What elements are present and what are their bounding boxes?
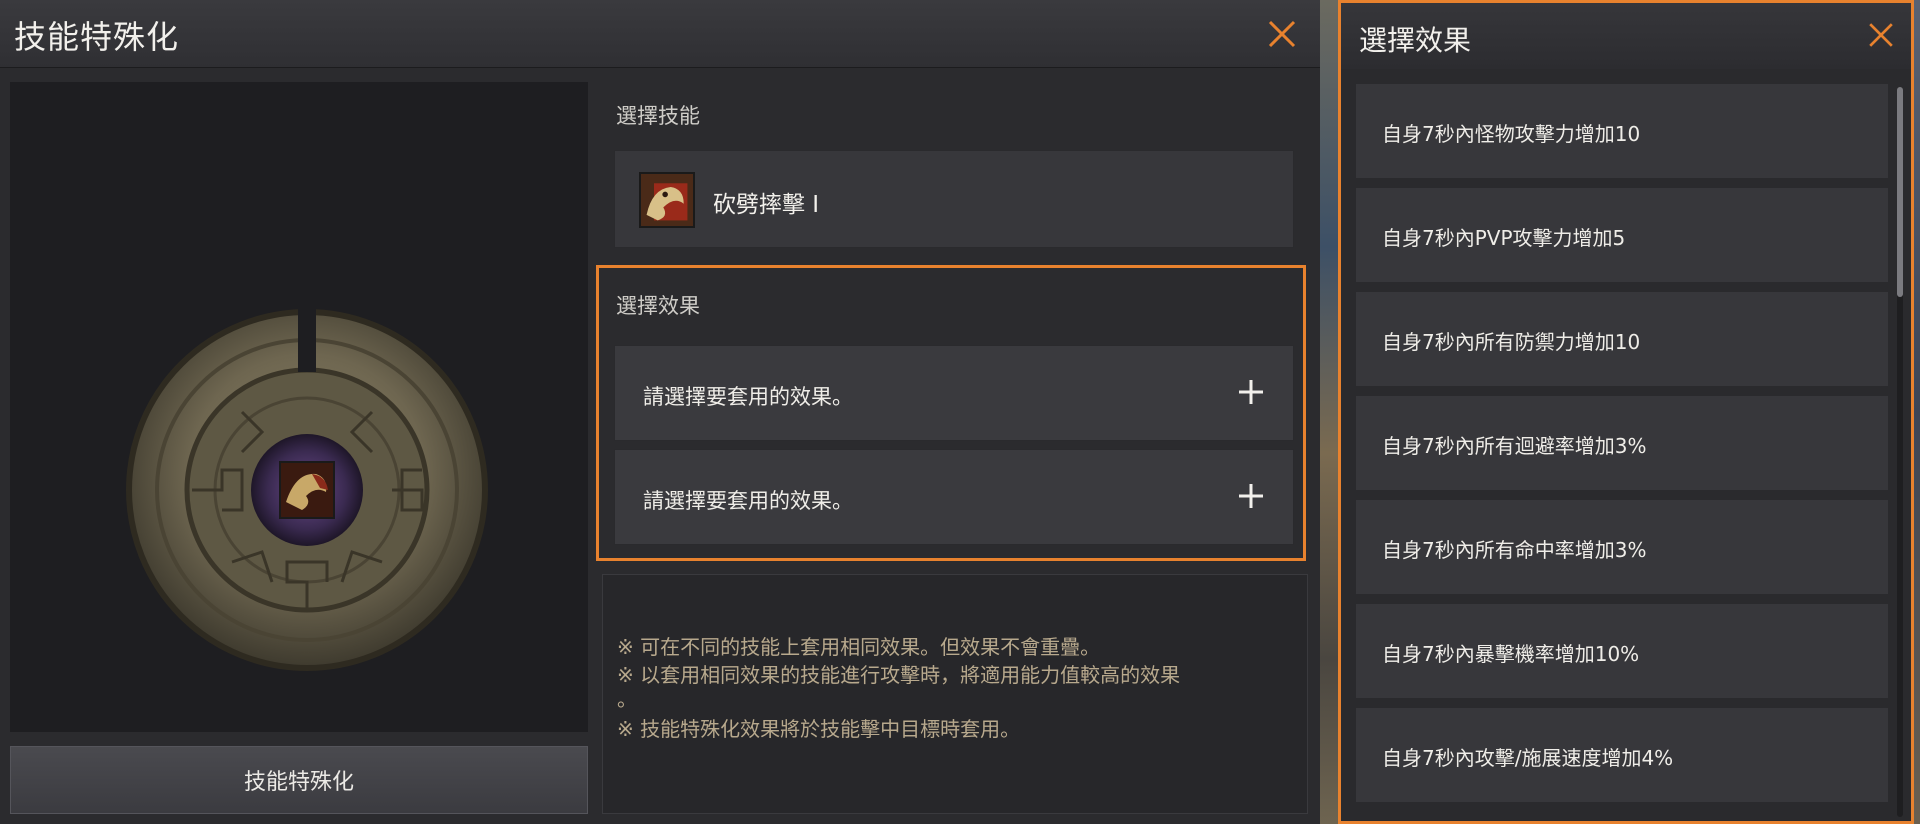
skill-name: 砍劈摔擊 I xyxy=(713,192,820,218)
select-effect-label: 選擇效果 xyxy=(616,294,700,318)
close-icon xyxy=(1869,23,1893,47)
close-button[interactable] xyxy=(1262,14,1302,54)
skill-specialization-window: 技能特殊化 技能特殊化 選擇技能 砍劈摔擊 I 選擇效果 請選擇要套用的效果。 … xyxy=(0,0,1320,824)
note-line: ※ 技能特殊化效果將於技能擊中目標時套用。 xyxy=(617,717,1021,741)
skill-emblem-image xyxy=(122,302,492,672)
effect-close-button[interactable] xyxy=(1863,17,1899,53)
effect-option[interactable]: 自身7秒內怪物攻擊力增加10 xyxy=(1355,83,1889,179)
scrollbar-thumb[interactable] xyxy=(1897,87,1903,297)
effect-option-label: 自身7秒內怪物攻擊力增加10 xyxy=(1382,122,1641,146)
plus-icon xyxy=(1239,484,1263,508)
effect-option-label: 自身7秒內所有迴避率增加3% xyxy=(1382,434,1647,458)
selected-skill-row[interactable]: 砍劈摔擊 I xyxy=(614,150,1294,248)
background-scenery xyxy=(1318,0,1338,824)
effect-option-label: 自身7秒內所有命中率增加3% xyxy=(1382,538,1647,562)
effect-selection-window: 選擇效果 自身7秒內怪物攻擊力增加10 自身7秒內PVP攻擊力增加5 自身7秒內… xyxy=(1338,0,1914,824)
effect-slot-1[interactable]: 請選擇要套用的效果。 xyxy=(614,345,1294,441)
effect-option[interactable]: 自身7秒內暴擊機率增加10% xyxy=(1355,603,1889,699)
close-icon xyxy=(1268,20,1296,48)
notes-box: ※ 可在不同的技能上套用相同效果。但效果不會重疊。 ※ 以套用相同效果的技能進行… xyxy=(602,574,1308,814)
window-header: 技能特殊化 xyxy=(0,0,1320,68)
specialize-button[interactable]: 技能特殊化 xyxy=(10,746,588,814)
effect-option[interactable]: 自身7秒內所有迴避率增加3% xyxy=(1355,395,1889,491)
effect-slot-text: 請選擇要套用的效果。 xyxy=(643,489,853,513)
skill-icon xyxy=(639,172,695,228)
effect-slot-2[interactable]: 請選擇要套用的效果。 xyxy=(614,449,1294,545)
effect-window-header: 選擇效果 xyxy=(1341,3,1911,69)
note-line: ※ 以套用相同效果的技能進行攻擊時，將適用能力值較高的效果 xyxy=(617,663,1181,687)
effect-slot-text: 請選擇要套用的效果。 xyxy=(643,385,853,409)
effect-option-label: 自身7秒內暴擊機率增加10% xyxy=(1382,642,1640,666)
window-title: 技能特殊化 xyxy=(14,18,180,56)
plus-icon xyxy=(1239,380,1263,404)
effect-window-title: 選擇效果 xyxy=(1359,24,1472,57)
note-line: ※ 可在不同的技能上套用相同效果。但效果不會重疊。 xyxy=(617,635,1101,659)
effect-option[interactable]: 自身7秒內所有命中率增加3% xyxy=(1355,499,1889,595)
effect-option-label: 自身7秒內所有防禦力增加10 xyxy=(1382,330,1641,354)
select-skill-label: 選擇技能 xyxy=(616,104,700,128)
effect-option[interactable]: 自身7秒內PVP攻擊力增加5 xyxy=(1355,187,1889,283)
note-line: 。 xyxy=(617,687,637,711)
scrollbar[interactable] xyxy=(1897,87,1903,817)
effect-option[interactable]: 自身7秒內所有防禦力增加10 xyxy=(1355,291,1889,387)
skill-preview-area xyxy=(10,82,588,732)
effect-option[interactable]: 自身7秒內攻擊/施展速度增加4% xyxy=(1355,707,1889,803)
effect-option-label: 自身7秒內攻擊/施展速度增加4% xyxy=(1382,746,1674,770)
effect-option-label: 自身7秒內PVP攻擊力增加5 xyxy=(1382,226,1626,250)
